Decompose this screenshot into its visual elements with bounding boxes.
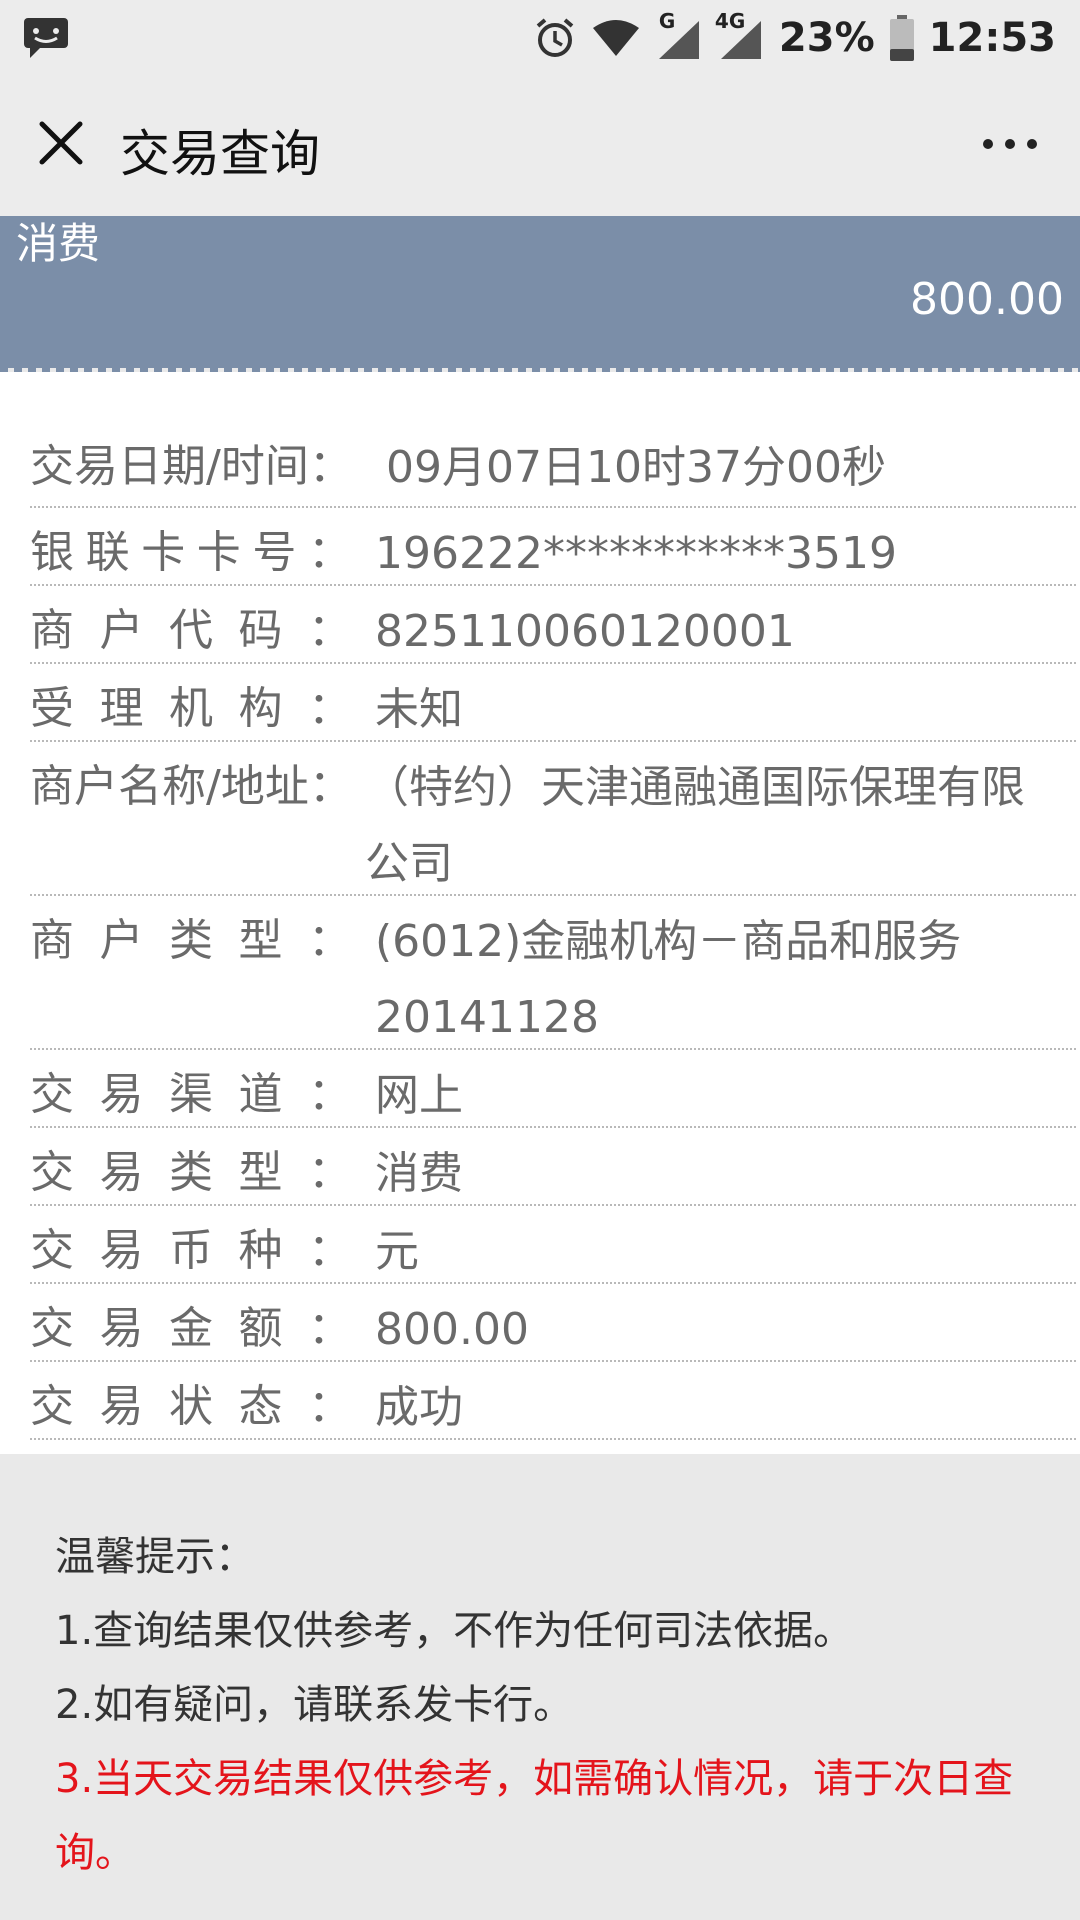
more-options-icon[interactable] xyxy=(980,136,1040,152)
detail-label: 交易渠道： xyxy=(30,1069,352,1120)
detail-label: 银联卡卡号： xyxy=(30,527,352,578)
detail-value: 196222***********3519 xyxy=(375,528,897,579)
banner-dashed-edge xyxy=(0,364,1080,372)
detail-row-amount: 交易金额： 800.00 xyxy=(30,1284,1076,1362)
wifi-icon xyxy=(592,20,639,56)
battery-percent: 23% xyxy=(778,15,875,61)
summary-amount: 800.00 xyxy=(910,274,1064,325)
summary-type: 消费 xyxy=(16,219,101,268)
detail-value: 消费 xyxy=(375,1148,463,1199)
tips-title: 温馨提示： xyxy=(55,1534,255,1580)
detail-row-card-number: 银联卡卡号： 196222***********3519 xyxy=(30,508,1076,586)
detail-value: 网上 xyxy=(375,1070,463,1121)
detail-label: 商户代码： xyxy=(30,605,352,656)
detail-value: 元 xyxy=(375,1226,419,1277)
detail-label: 受理机构： xyxy=(30,683,352,734)
detail-value: 800.00 xyxy=(375,1304,529,1355)
detail-row-type: 交易类型： 消费 xyxy=(30,1128,1076,1206)
detail-label: 商户类型： xyxy=(30,915,352,966)
signal-label-4g: 4G xyxy=(714,9,746,33)
summary-banner: 消费 800.00 xyxy=(0,216,1080,368)
detail-row-merchant-code: 商户代码： 825110060120001 xyxy=(30,586,1076,664)
detail-row-merchant-type: 商户类型： (6012)金融机构－商品和服务20141128 xyxy=(30,896,1076,1050)
detail-label: 商户名称/地址： xyxy=(30,761,353,812)
title-bar: 交易查询 xyxy=(0,76,1080,217)
detail-row-channel: 交易渠道： 网上 xyxy=(30,1050,1076,1128)
signal-label-g: G xyxy=(658,9,676,33)
detail-row-acquirer: 受理机构： 未知 xyxy=(30,664,1076,742)
transaction-details: 交易日期/时间： 09月07日10时37分00秒 银联卡卡号： 196222**… xyxy=(0,372,1080,1454)
detail-value: （特约）天津通融通国际保理有限公司 xyxy=(365,762,1025,889)
page-title: 交易查询 xyxy=(120,125,320,183)
alarm-icon xyxy=(536,18,574,57)
detail-row-status: 交易状态： 成功 xyxy=(30,1362,1076,1440)
detail-row-datetime: 交易日期/时间： 09月07日10时37分00秒 xyxy=(30,422,1076,508)
detail-label: 交易日期/时间： xyxy=(30,441,353,492)
detail-value: 成功 xyxy=(375,1382,463,1433)
battery-icon xyxy=(889,15,914,61)
close-icon[interactable] xyxy=(38,120,84,166)
detail-row-currency: 交易币种： 元 xyxy=(30,1206,1076,1284)
status-bar: G 4G 23% 12:53 xyxy=(0,0,1080,76)
detail-value: (6012)金融机构－商品和服务20141128 xyxy=(375,916,962,1043)
detail-label: 交易类型： xyxy=(30,1147,352,1198)
detail-label: 交易币种： xyxy=(30,1225,352,1276)
detail-value: 825110060120001 xyxy=(375,606,795,657)
detail-label: 交易状态： xyxy=(30,1381,352,1432)
tip-item: 2.如有疑问，请联系发卡行。 xyxy=(55,1682,574,1728)
clock: 12:53 xyxy=(928,15,1056,61)
detail-label: 交易金额： xyxy=(30,1303,352,1354)
tip-item: 1.查询结果仅供参考，不作为任何司法依据。 xyxy=(55,1608,854,1654)
signal-4g-icon: 4G xyxy=(715,9,765,61)
detail-value: 未知 xyxy=(375,684,463,735)
tips-section: 温馨提示： 1.查询结果仅供参考，不作为任何司法依据。 2.如有疑问，请联系发卡… xyxy=(55,1520,1045,1890)
chat-icon xyxy=(24,18,68,58)
tip-item-warning: 3.当天交易结果仅供参考，如需确认情况，请于次日查询。 xyxy=(55,1756,1014,1876)
signal-icon: G xyxy=(655,9,703,61)
detail-value: 09月07日10时37分00秒 xyxy=(386,442,886,493)
detail-row-merchant-name: 商户名称/地址： （特约）天津通融通国际保理有限公司 xyxy=(30,742,1076,896)
